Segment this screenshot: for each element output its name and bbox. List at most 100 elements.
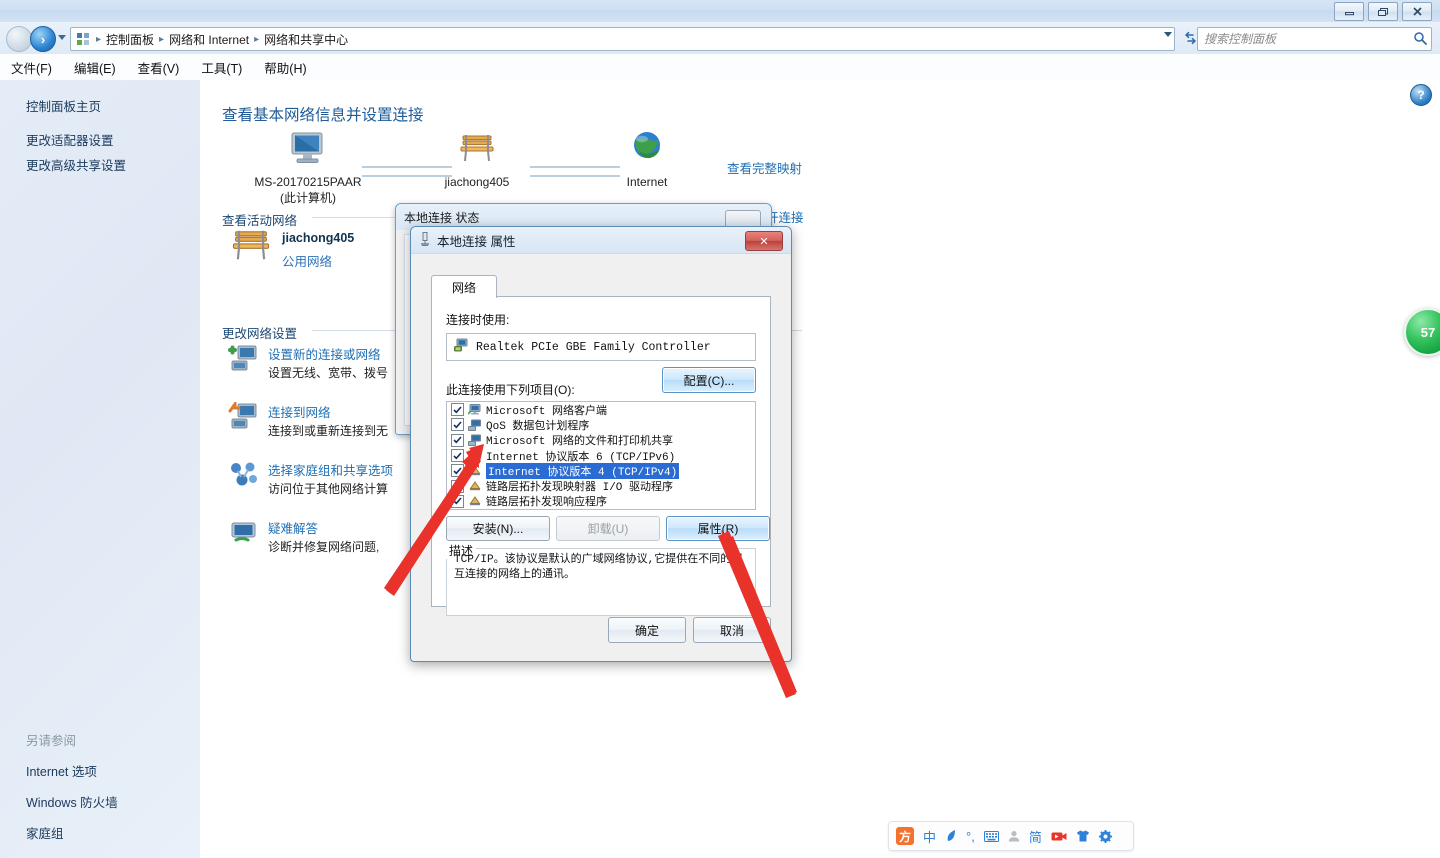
- connect-using-label: 连接时使用:: [446, 313, 510, 327]
- address-dropdown-icon[interactable]: [1164, 32, 1172, 37]
- settings-gear-icon[interactable]: [1098, 829, 1112, 843]
- menu-item-tools[interactable]: 工具(T): [198, 56, 245, 79]
- ok-button[interactable]: 确定: [608, 617, 686, 643]
- configure-button[interactable]: 配置(C)...: [662, 367, 756, 393]
- uninstall-button: 卸载(U): [556, 516, 660, 541]
- checkbox-checked-icon[interactable]: [451, 433, 464, 447]
- list-item[interactable]: 链路层拓扑发现响应程序: [447, 494, 755, 509]
- checkbox-checked-icon[interactable]: [451, 494, 464, 508]
- skin-icon[interactable]: [1076, 830, 1090, 842]
- map-node-network[interactable]: jiachong405: [407, 130, 547, 189]
- map-node-computer[interactable]: MS-20170215PAAR (此计算机): [238, 130, 378, 206]
- see-also-item-internet-options[interactable]: Internet 选项: [26, 761, 226, 780]
- back-button[interactable]: [6, 26, 32, 52]
- dialog-title-text: 本地连接 属性: [437, 234, 516, 249]
- checkbox-checked-icon[interactable]: [451, 403, 464, 417]
- breadcrumb-item-2[interactable]: 网络和共享中心: [262, 31, 350, 48]
- sidebar-item-control-panel-home[interactable]: 控制面板主页: [26, 96, 101, 115]
- checkbox-checked-icon[interactable]: [451, 418, 464, 432]
- dialog-inner: 网络 连接时使用: Realtek PCIe GBE Family Contro…: [419, 257, 783, 653]
- restore-button[interactable]: [1368, 2, 1398, 21]
- list-item[interactable]: 链路层拓扑发现映射器 I/O 驱动程序: [447, 478, 755, 495]
- checkbox-checked-icon[interactable]: [451, 449, 464, 463]
- help-icon[interactable]: ?: [1410, 84, 1432, 106]
- breadcrumb[interactable]: ▸ 控制面板 ▸ 网络和 Internet ▸ 网络和共享中心: [70, 27, 1175, 51]
- tab-network[interactable]: 网络: [431, 275, 497, 298]
- search-box[interactable]: [1197, 27, 1432, 51]
- network-map: MS-20170215PAAR (此计算机) jiachong405 Inter…: [222, 130, 842, 210]
- breadcrumb-item-0[interactable]: 控制面板: [104, 31, 156, 48]
- moon-icon[interactable]: [945, 829, 957, 843]
- menu-item-view[interactable]: 查看(V): [135, 56, 183, 79]
- checkbox-checked-icon[interactable]: [451, 479, 464, 493]
- sogou-logo-icon[interactable]: 方: [896, 827, 914, 845]
- sidebar: 控制面板主页 更改适配器设置 更改高级共享设置 另请参阅 Internet 选项…: [0, 80, 201, 858]
- breadcrumb-separator-0: ▸: [96, 33, 102, 45]
- minimize-button[interactable]: [1334, 2, 1364, 21]
- list-item-selected[interactable]: Internet 协议版本 4 (TCP/IPv4): [447, 462, 755, 479]
- list-item[interactable]: Microsoft 网络的文件和打印机共享: [447, 433, 755, 448]
- bench-icon: [456, 130, 498, 169]
- menu-item-file[interactable]: 文件(F): [8, 56, 55, 79]
- close-button[interactable]: [1402, 2, 1432, 21]
- active-network-name: jiachong405: [282, 231, 355, 245]
- list-item[interactable]: QoS 数据包计划程序: [447, 417, 755, 433]
- ime-toolbar[interactable]: 方 中 °, 简: [888, 821, 1134, 851]
- soft-keyboard-icon[interactable]: [983, 830, 999, 842]
- connection-properties-dialog[interactable]: 本地连接 属性 ✕ 网络 连接时使用: Realtek PCIe GBE Fam…: [410, 226, 792, 662]
- properties-button[interactable]: 属性(R): [666, 516, 770, 541]
- chinese-mode-icon[interactable]: 中: [923, 827, 936, 846]
- cancel-button[interactable]: 取消: [693, 617, 771, 643]
- menu-bar: 文件(F) 编辑(E) 查看(V) 工具(T) 帮助(H): [0, 54, 1440, 81]
- window-controls: [1334, 2, 1432, 21]
- description-text: TCP/IP。该协议是默认的广域网络协议,它提供在不同的相互连接的网络上的通讯。: [454, 554, 743, 581]
- adapter-display: Realtek PCIe GBE Family Controller: [446, 333, 756, 361]
- list-item[interactable]: Internet 协议版本 6 (TCP/IPv6): [447, 448, 755, 464]
- checkbox-checked-icon[interactable]: [451, 464, 464, 478]
- setting-troubleshoot-desc: 诊断并修复网络问题,: [268, 540, 380, 554]
- breadcrumb-item-1[interactable]: 网络和 Internet: [167, 31, 251, 48]
- recent-locations-dropdown-icon[interactable]: [58, 35, 66, 40]
- setting-troubleshoot-title[interactable]: 疑难解答: [268, 518, 318, 537]
- protocol-icon: [468, 480, 482, 492]
- search-input[interactable]: [1202, 31, 1413, 47]
- service-icon: [468, 434, 482, 447]
- search-icon: [1413, 31, 1427, 48]
- sidebar-item-change-adapter-settings[interactable]: 更改适配器设置: [26, 130, 114, 149]
- items-label: 此连接使用下列项目(O):: [446, 383, 575, 397]
- map-node-internet-label: Internet: [626, 175, 668, 189]
- setting-new-connection-title[interactable]: 设置新的连接或网络: [268, 344, 381, 363]
- user-icon[interactable]: [1008, 830, 1020, 842]
- simplified-icon[interactable]: 简: [1029, 827, 1042, 846]
- components-listbox[interactable]: Microsoft 网络客户端 QoS 数据包计划程序 Microsoft 网络…: [446, 401, 756, 510]
- see-also-item-windows-firewall[interactable]: Windows 防火墙: [26, 792, 226, 811]
- install-button[interactable]: 安装(N)...: [446, 516, 550, 541]
- list-item-label: 链路层拓扑发现响应程序: [486, 497, 607, 510]
- active-network-type[interactable]: 公用网络: [282, 251, 332, 270]
- list-item-label: Internet 协议版本 6 (TCP/IPv6): [486, 451, 676, 464]
- menu-item-edit[interactable]: 编辑(E): [71, 56, 119, 79]
- sidebar-item-change-advanced-sharing[interactable]: 更改高级共享设置: [26, 155, 126, 174]
- menu-item-help[interactable]: 帮助(H): [261, 56, 309, 79]
- dialog-close-button[interactable]: ✕: [745, 231, 783, 251]
- video-icon[interactable]: [1051, 831, 1067, 842]
- connect-network-icon: [228, 399, 260, 435]
- view-full-map-link[interactable]: 查看完整映射: [727, 158, 802, 177]
- setting-homegroup-title[interactable]: 选择家庭组和共享选项: [268, 460, 393, 479]
- client-icon: [467, 403, 482, 416]
- globe-icon: [630, 130, 664, 169]
- setting-connect-to-network-title[interactable]: 连接到网络: [268, 402, 331, 421]
- map-node-internet[interactable]: Internet: [577, 130, 717, 189]
- setting-homegroup-desc: 访问位于其他网络计算: [268, 482, 389, 496]
- see-also-item-homegroup[interactable]: 家庭组: [26, 823, 226, 842]
- map-node-network-label: jiachong405: [444, 175, 510, 189]
- list-item[interactable]: Microsoft 网络客户端: [447, 402, 755, 418]
- main-content: ? 查看基本网络信息并设置连接 MS-20170215PAAR (此计算机) j…: [200, 80, 1440, 858]
- punctuation-icon[interactable]: °,: [966, 829, 975, 844]
- control-panel-icon: [75, 31, 91, 47]
- list-item-label: 链路层拓扑发现映射器 I/O 驱动程序: [486, 482, 674, 495]
- window-title-bar: [0, 0, 1440, 23]
- list-item-label: Internet 协议版本 4 (TCP/IPv4): [486, 462, 680, 479]
- service-icon: [468, 419, 482, 431]
- forward-button[interactable]: ›: [30, 26, 56, 52]
